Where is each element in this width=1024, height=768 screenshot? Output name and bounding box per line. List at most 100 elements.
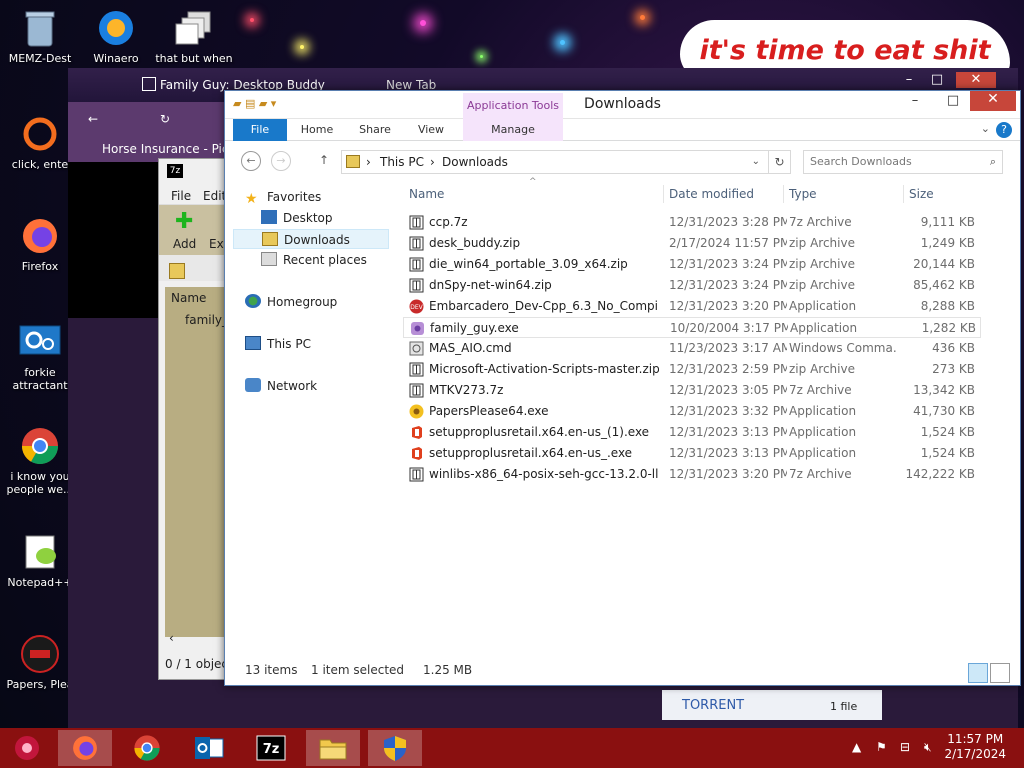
svg-text:DEV: DEV [410, 304, 423, 311]
browser-close-button[interactable]: ✕ [956, 72, 996, 88]
volume-muted-icon[interactable]: 🔇︎ [924, 740, 932, 755]
action-center-icon[interactable]: ⚑ [876, 740, 887, 754]
forward-button[interactable]: → [271, 151, 291, 171]
table-row[interactable]: die_win64_portable_3.09_x64.zip 12/31/202… [403, 254, 981, 275]
start-button[interactable] [0, 730, 54, 766]
search-icon[interactable]: ⌕ [990, 151, 996, 173]
file-type: zip Archive [789, 236, 855, 250]
column-header-type[interactable]: Type [789, 183, 817, 205]
address-crumb-downloads[interactable]: Downloads [442, 151, 508, 173]
desktop-icon-memz[interactable]: MEMZ-Dest [0, 6, 80, 65]
scroll-left-icon[interactable]: ‹ [169, 631, 174, 645]
desktop-icon-winaero[interactable]: Winaero [76, 6, 156, 65]
table-row[interactable]: ccp.7z 12/31/2023 3:28 PM 7z Archive 9,111 … [403, 212, 981, 233]
archive-file-icon [409, 215, 424, 230]
browser-minimize-button[interactable]: – [898, 72, 920, 88]
ribbon-tab-home[interactable]: Home [293, 119, 341, 141]
details-view-icon[interactable] [968, 663, 988, 683]
clock-time: 11:57 PM [947, 732, 1004, 746]
address-sep-icon[interactable]: › [430, 151, 435, 173]
taskbar-file-explorer[interactable] [306, 730, 360, 766]
table-row[interactable]: winlibs-x86_64-posix-seh-gcc-13.2.0-llv.… [403, 464, 981, 485]
taskbar-firefox[interactable] [58, 730, 112, 766]
nav-downloads-label: Downloads [284, 233, 350, 247]
status-bar: 13 items 1 item selected 1.25 MB [225, 657, 1020, 685]
banner-text: it's time to eat shit [699, 34, 991, 66]
file-type: Application [789, 425, 857, 439]
address-bar[interactable]: › This PC › Downloads ⌄ ↻ [341, 150, 791, 174]
nav-network[interactable]: Network [245, 376, 317, 396]
file-size: 9,111 KB [920, 215, 975, 229]
file-size: 142,222 KB [905, 467, 975, 481]
file-date: 12/31/2023 2:59 PM [669, 362, 787, 376]
sevenzip-file-item[interactable]: family_ [185, 313, 228, 327]
browser-dark-area [68, 162, 158, 318]
table-row[interactable]: dnSpy-net-win64.zip 12/31/2023 3:24 PM zip… [403, 275, 981, 296]
nav-recent-places[interactable]: Recent places [261, 250, 367, 270]
taskbar-clock[interactable]: 11:57 PM 2/17/2024 [944, 732, 1006, 762]
desktop-icon-label: that but when [155, 52, 233, 65]
taskbar-security[interactable] [368, 730, 422, 766]
nav-desktop[interactable]: Desktop [261, 208, 333, 228]
nav-network-label: Network [267, 379, 318, 393]
explorer-maximize-button[interactable]: □ [938, 93, 968, 113]
table-row[interactable]: MTKV273.7z 12/31/2023 3:05 PM 7z Archive 13… [403, 380, 981, 401]
sevenzip-menu-file[interactable]: File [171, 189, 191, 203]
desktop-icon-label: MEMZ-Dest [8, 52, 72, 65]
address-dropdown-icon[interactable]: ⌄ [752, 151, 760, 173]
nav-homegroup[interactable]: Homegroup [245, 292, 337, 312]
nav-favorites[interactable]: ★ Favorites [245, 187, 321, 207]
ribbon-tab-file[interactable]: File [233, 119, 287, 141]
up-button[interactable]: ↑ [319, 153, 329, 167]
nav-this-pc[interactable]: This PC [245, 334, 311, 354]
table-row[interactable]: MAS_AIO.cmd 11/23/2023 3:17 AM Windows Com… [403, 338, 981, 359]
search-placeholder: Search Downloads [810, 155, 912, 168]
refresh-icon[interactable]: ↻ [768, 151, 790, 173]
browser-maximize-button[interactable]: □ [926, 72, 948, 88]
table-row[interactable]: desk_buddy.zip 2/17/2024 11:57 PM zip Arch… [403, 233, 981, 254]
file-type: Application [789, 446, 857, 460]
add-plus-icon[interactable]: ✚ [175, 209, 193, 234]
network-icon [245, 378, 261, 392]
back-button[interactable]: ← [241, 151, 261, 171]
explorer-close-button[interactable]: ✕ [970, 91, 1016, 111]
taskbar-chrome[interactable] [120, 730, 174, 766]
tray-overflow-icon[interactable]: ▲ [852, 740, 861, 754]
help-icon[interactable]: ? [996, 122, 1012, 138]
desktop-icon-that-but-when[interactable]: that but when [154, 6, 234, 65]
table-row[interactable]: Microsoft-Activation-Scripts-master.zip 1… [403, 359, 981, 380]
sevenzip-menu-edit[interactable]: Edit [203, 189, 226, 203]
ribbon-tab-view[interactable]: View [407, 119, 455, 141]
address-crumb-thispc[interactable]: This PC [380, 151, 424, 173]
table-row[interactable]: PapersPlease64.exe 12/31/2023 3:32 PM Appl… [403, 401, 981, 422]
column-header-size[interactable]: Size [909, 183, 934, 205]
nav-downloads[interactable]: Downloads [233, 229, 389, 249]
back-arrow-icon[interactable]: ← [88, 112, 98, 126]
desktop-icon-label: Winaero [93, 52, 139, 65]
explorer-minimize-button[interactable]: – [900, 93, 930, 113]
taskbar-7zip[interactable]: 7z [244, 730, 298, 766]
address-sep-icon[interactable]: › [366, 151, 371, 173]
table-row[interactable]: setupproplusretail.x64.en-us_(1).exe 12/3… [403, 422, 981, 443]
column-header-date[interactable]: Date modified [669, 183, 754, 205]
sevenzip-col-name[interactable]: Name [171, 291, 206, 305]
sevenzip-add-button[interactable]: Add [173, 237, 196, 251]
taskbar-outlook[interactable] [182, 730, 236, 766]
papers-please-icon [18, 632, 62, 676]
reload-icon[interactable]: ↻ [160, 112, 170, 126]
ribbon-tab-manage[interactable]: Manage [463, 119, 563, 141]
network-tray-icon[interactable]: ⊟ [900, 740, 910, 754]
explorer-window[interactable]: ▰ ▤ ▰ ▾ Application Tools Downloads – □ … [224, 90, 1021, 686]
svg-text:7z: 7z [263, 742, 280, 757]
table-row[interactable]: DEV Embarcadero_Dev-Cpp_6.3_No_Compiler..… [403, 296, 981, 317]
search-input[interactable]: Search Downloads ⌕ [803, 150, 1003, 174]
table-row[interactable]: family_guy.exe 10/20/2004 3:17 PM Applicat… [403, 317, 981, 338]
ribbon-tab-share[interactable]: Share [351, 119, 399, 141]
ribbon-expand-icon[interactable]: ⌄ [981, 122, 990, 135]
large-icons-view-icon[interactable] [990, 663, 1010, 683]
column-header-name[interactable]: Name [409, 183, 444, 205]
file-date: 12/31/2023 3:13 PM [669, 446, 787, 460]
folder-up-icon[interactable] [169, 263, 185, 279]
table-row[interactable]: setupproplusretail.x64.en-us_.exe 12/31/2… [403, 443, 981, 464]
torrent-label[interactable]: TORRENT [682, 698, 744, 713]
